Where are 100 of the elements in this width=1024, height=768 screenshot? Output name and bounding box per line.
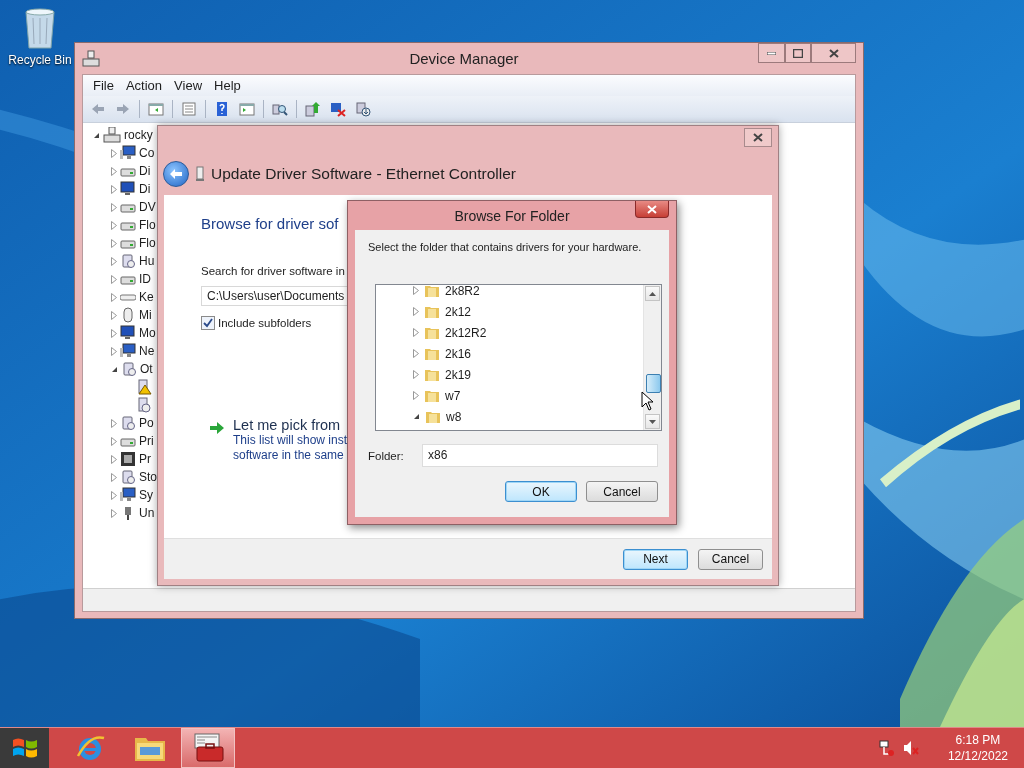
expand-arrow-icon[interactable] [413,286,419,295]
tree-item[interactable]: Mo [139,326,156,340]
device-icon [120,469,136,485]
maximize-button[interactable] [785,43,811,63]
recycle-bin-icon[interactable] [22,6,58,50]
clock[interactable]: 6:18 PM 12/12/2022 [947,732,1008,764]
tree-item[interactable]: Flo [139,218,156,232]
tree-item[interactable]: Po [139,416,154,430]
expand-arrow-icon[interactable] [111,166,117,176]
expand-arrow-icon[interactable] [111,472,117,482]
menu-item[interactable]: Action [119,78,169,93]
help-icon [214,101,230,117]
ok-button[interactable]: OK [505,481,577,502]
computer-icon [120,145,136,161]
close-button[interactable] [635,201,669,218]
expand-arrow-icon[interactable] [111,238,117,248]
cursor-icon [641,391,654,411]
expand-arrow-icon[interactable] [413,391,419,400]
expand-arrow-icon[interactable] [111,328,117,338]
tree-item[interactable]: Di [139,164,151,178]
scan-icon [272,101,288,117]
tree-item[interactable]: Sy [139,488,153,502]
tree-item[interactable]: Ot [140,362,153,376]
path-field[interactable]: C:\Users\user\Documents [201,286,347,306]
expand-arrow-icon[interactable] [111,274,117,284]
tree-item[interactable]: Di [139,182,151,196]
expand-arrow-icon[interactable] [111,418,117,428]
action-pane-icon [239,101,255,117]
tree-item[interactable]: Un [139,506,155,520]
tree-item[interactable]: rocky [124,128,153,142]
expand-arrow-icon[interactable] [111,454,117,464]
expand-arrow-icon[interactable] [111,508,117,518]
cancel-button[interactable]: Cancel [586,481,658,502]
tree-item[interactable]: ID [139,272,151,286]
folder-item[interactable]: 2k19 [445,367,472,382]
tree-item[interactable]: Ne [139,344,155,358]
volume-button[interactable] [901,739,920,757]
properties-icon [181,101,197,117]
warning-device-icon[interactable] [137,379,153,395]
menu-item[interactable]: File [87,78,120,93]
collapse-arrow-icon[interactable] [93,131,100,139]
start-button[interactable] [0,728,49,768]
expand-arrow-icon[interactable] [413,307,419,316]
expand-arrow-icon[interactable] [111,292,117,302]
tree-item[interactable]: Sto [139,470,157,484]
menu-item[interactable]: Help [208,78,247,93]
next-button[interactable]: Next [623,548,688,570]
tree-item[interactable]: Co [139,146,155,160]
folder-field[interactable]: x86 [422,444,658,467]
expand-arrow-icon[interactable] [413,370,419,379]
back-button[interactable] [163,160,189,187]
expand-arrow-icon[interactable] [111,310,117,320]
disable-icon [355,101,371,117]
menu-item[interactable]: View [168,78,209,93]
folder-item[interactable]: 2k12R2 [445,325,487,340]
close-button[interactable] [744,128,772,147]
scroll-thumb[interactable] [646,374,661,393]
up-arrow-icon [649,291,656,296]
tree-item[interactable]: Flo [139,236,156,250]
expand-arrow-icon[interactable] [111,490,117,500]
tree-item[interactable]: DV [139,200,156,214]
update-driver-icon [305,101,321,117]
folder-item[interactable]: 2k12 [445,304,472,319]
collapse-arrow-icon[interactable] [413,413,420,420]
cancel-button[interactable]: Cancel [698,548,763,570]
device-icon [120,415,136,431]
expand-arrow-icon[interactable] [413,349,419,358]
tree-item[interactable]: Hu [139,254,155,268]
folder-item[interactable]: w7 [445,388,461,403]
folder-icon [424,285,440,299]
expand-arrow-icon[interactable] [111,436,117,446]
option-description: software in the same [233,448,345,463]
monitor-icon [120,325,136,341]
tree-item[interactable]: Mi [139,308,152,322]
device-manager-icon [82,49,100,68]
expand-arrow-icon[interactable] [111,256,117,266]
device-icon [121,361,137,377]
taskbar-app-button[interactable] [181,728,235,768]
network-adapter-icon [195,165,205,182]
expand-arrow-icon[interactable] [111,220,117,230]
expand-arrow-icon[interactable] [111,346,117,356]
folder-item[interactable]: 2k8R2 [445,285,480,298]
expand-arrow-icon[interactable] [111,184,117,194]
windows-logo-icon [11,736,38,760]
expand-arrow-icon[interactable] [413,328,419,337]
close-button[interactable] [811,43,856,63]
unknown-device-icon[interactable] [137,397,153,413]
scroll-down-button[interactable] [645,414,660,429]
folder-item[interactable]: 2k16 [445,346,472,361]
expand-arrow-icon[interactable] [111,202,117,212]
scroll-up-button[interactable] [645,286,660,301]
option-link[interactable]: Let me pick from [233,417,348,433]
expand-arrow-icon[interactable] [111,148,117,158]
tree-item[interactable]: Pr [139,452,151,466]
checkbox[interactable] [201,316,215,330]
folder-item[interactable]: w8 [446,409,462,424]
tree-item[interactable]: Ke [139,290,154,304]
tree-item[interactable]: Pri [139,434,154,448]
network-button[interactable] [877,739,896,757]
collapse-arrow-icon[interactable] [111,365,118,373]
